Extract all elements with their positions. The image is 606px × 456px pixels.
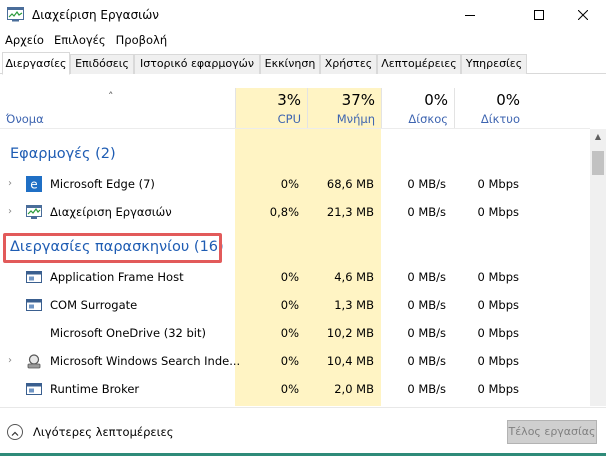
network-value: 0 Mbps (477, 205, 520, 219)
process-name: COM Surrogate (50, 298, 138, 312)
process-list: Εφαρμογές (2) › e Microsoft Edge (7) 0% … (0, 129, 590, 406)
cpu-value: 0% (280, 382, 299, 396)
tab-details[interactable]: Λεπτομέρειες (377, 54, 461, 74)
memory-value: 68,6 MB (326, 177, 374, 191)
maximize-button[interactable] (516, 0, 562, 30)
scroll-up-arrow-icon[interactable]: ▲ (590, 129, 606, 145)
column-header-network[interactable]: 0% Δίκτυο (454, 88, 526, 128)
disk-value: 0 MB/s (407, 354, 446, 368)
table-row[interactable]: Application Frame Host 0% 4,6 MB 0 MB/s … (0, 263, 590, 291)
task-manager-icon (26, 204, 42, 220)
table-row[interactable]: COM Surrogate 0% 1,3 MB 0 MB/s 0 Mbps (0, 291, 590, 319)
tab-processes[interactable]: Διεργασίες (2, 52, 70, 75)
network-value: 0 Mbps (477, 382, 520, 396)
network-total-percent: 0% (496, 91, 520, 109)
minimize-icon (465, 15, 475, 16)
memory-value: 2,0 MB (334, 382, 374, 396)
close-button[interactable] (560, 0, 606, 30)
disk-label: Δίσκος (408, 112, 448, 126)
cpu-value: 0% (280, 298, 299, 312)
network-value: 0 Mbps (477, 326, 520, 340)
fewer-details-link[interactable]: Λιγότερες λεπτομέρειες (33, 425, 173, 439)
disk-value: 0 MB/s (407, 205, 446, 219)
disk-total-percent: 0% (424, 91, 448, 109)
process-name: Runtime Broker (50, 382, 140, 396)
disk-value: 0 MB/s (407, 382, 446, 396)
disk-value: 0 MB/s (407, 298, 446, 312)
footer-bar: Λιγότερες λεπτομέρειες Τέλος εργασίας (0, 407, 606, 456)
table-row[interactable]: Microsoft OneDrive (32 bit) 0% 10,2 MB 0… (0, 319, 590, 347)
tab-users[interactable]: Χρήστες (320, 54, 377, 74)
disk-value: 0 MB/s (407, 177, 446, 191)
table-row[interactable]: › e Microsoft Edge (7) 0% 68,6 MB 0 MB/s… (0, 170, 590, 198)
memory-value: 10,2 MB (326, 326, 374, 340)
process-name: Microsoft OneDrive (32 bit) (50, 326, 206, 340)
cpu-value: 0% (280, 326, 299, 340)
process-name: Microsoft Windows Search Inde... (50, 354, 241, 368)
minimize-button[interactable] (447, 0, 493, 30)
process-name: Διαχείριση Εργασιών (50, 205, 172, 219)
disk-value: 0 MB/s (407, 326, 446, 340)
memory-value: 10,4 MB (326, 354, 374, 368)
group-header-apps: Εφαρμογές (2) (0, 139, 590, 169)
network-value: 0 Mbps (477, 298, 520, 312)
memory-value: 1,3 MB (334, 298, 374, 312)
tab-startup[interactable]: Εκκίνηση (260, 54, 320, 74)
group-title-apps: Εφαρμογές (2) (10, 146, 116, 162)
column-header-name[interactable]: Όνομα (6, 112, 44, 126)
menu-options[interactable]: Επιλογές (49, 30, 111, 50)
network-value: 0 Mbps (477, 354, 520, 368)
memory-value: 21,3 MB (326, 205, 374, 219)
table-row[interactable]: › Διαχείριση Εργασιών 0,8% 21,3 MB 0 MB/… (0, 198, 590, 226)
search-indexer-icon (26, 353, 42, 369)
process-name: Microsoft Edge (7) (50, 177, 155, 191)
menu-bar: Αρχείο Επιλογές Προβολή (0, 30, 172, 50)
app-window-icon (26, 381, 42, 397)
edge-icon: e (26, 176, 42, 192)
column-header-memory[interactable]: 37% Μνήμη (307, 88, 381, 128)
window-title: Διαχείριση Εργασιών (32, 8, 159, 22)
title-bar: Διαχείριση Εργασιών (0, 0, 606, 30)
table-row[interactable]: Runtime Broker 0% 2,0 MB 0 MB/s 0 Mbps (0, 375, 590, 403)
cpu-value: 0% (280, 270, 299, 284)
column-header-disk[interactable]: 0% Δίσκος (381, 88, 454, 128)
tab-app-history[interactable]: Ιστορικό εφαρμογών (134, 54, 260, 74)
close-icon (578, 10, 588, 20)
cpu-value: 0,8% (269, 205, 299, 219)
process-name: Application Frame Host (50, 270, 184, 284)
end-task-button[interactable]: Τέλος εργασίας (507, 420, 597, 444)
cpu-value: 0% (280, 354, 299, 368)
maximize-icon (534, 10, 544, 20)
vertical-scrollbar[interactable]: ▲ (590, 129, 606, 406)
tab-strip: Διεργασίες Επιδόσεις Ιστορικό εφαρμογών … (0, 52, 606, 75)
highlight-box (3, 233, 222, 263)
app-window-icon (26, 269, 42, 285)
scroll-thumb[interactable] (592, 151, 604, 175)
tab-performance[interactable]: Επιδόσεις (70, 54, 134, 74)
cpu-total-percent: 3% (277, 91, 301, 109)
cpu-value: 0% (280, 177, 299, 191)
app-window-icon (26, 297, 42, 313)
column-header-cpu[interactable]: 3% CPU (235, 88, 307, 128)
memory-value: 4,6 MB (334, 270, 374, 284)
memory-label: Μνήμη (336, 112, 375, 126)
table-row[interactable]: › Microsoft Windows Search Inde... 0% 10… (0, 347, 590, 375)
expand-chevron-icon[interactable]: › (8, 355, 12, 366)
task-manager-icon (7, 7, 24, 22)
memory-total-percent: 37% (341, 91, 375, 109)
cpu-label: CPU (277, 112, 301, 126)
disk-value: 0 MB/s (407, 270, 446, 284)
network-label: Δίκτυο (480, 112, 520, 126)
menu-file[interactable]: Αρχείο (0, 30, 49, 50)
collapse-chevron-icon[interactable] (7, 424, 23, 440)
svg-text:e: e (30, 178, 37, 192)
network-value: 0 Mbps (477, 270, 520, 284)
menu-view[interactable]: Προβολή (111, 30, 172, 50)
sort-up-icon: ˄ (108, 90, 114, 103)
expand-chevron-icon[interactable]: › (8, 206, 12, 217)
network-value: 0 Mbps (477, 177, 520, 191)
tab-services[interactable]: Υπηρεσίες (461, 54, 527, 74)
expand-chevron-icon[interactable]: › (8, 178, 12, 189)
